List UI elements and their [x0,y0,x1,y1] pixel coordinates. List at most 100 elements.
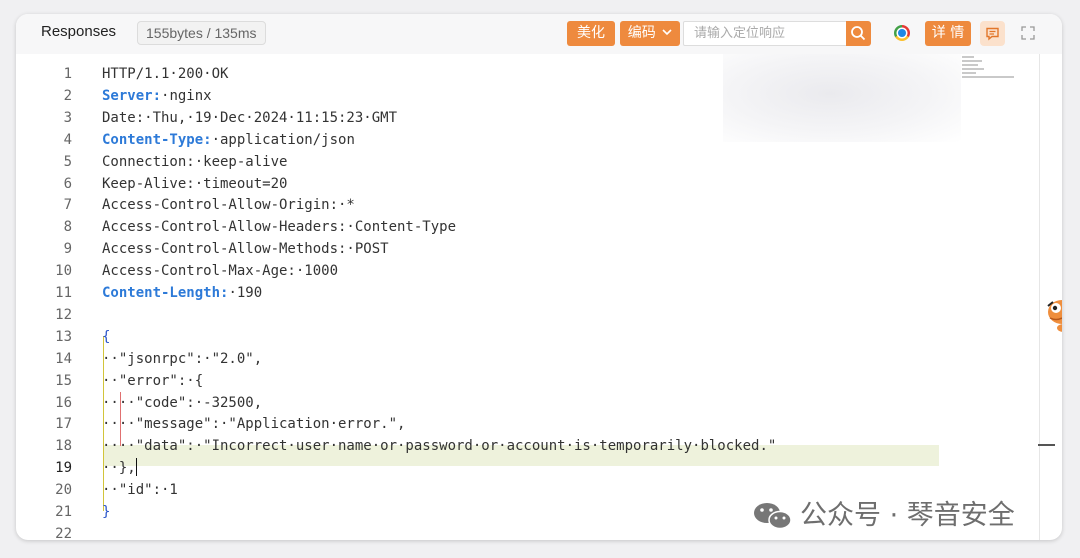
line-number: 22 [55,525,72,540]
line-number: 21 [55,504,72,520]
code-text: Access-Control-Allow-Headers:·Content-Ty… [102,216,456,238]
code-value: ·nginx [161,87,212,104]
line-number: 1 [63,66,72,82]
code-value: Access-Control-Max-Age:·1000 [102,263,339,280]
panel-title: Responses [41,23,117,40]
code-line[interactable]: 14 ··"jsonrpc":·"2.0", [16,348,916,370]
code-line[interactable]: 7 Access-Control-Allow-Origin:·* [16,194,916,216]
code-line[interactable]: 10 Access-Control-Max-Age:·1000 [16,260,916,282]
locate-search-input[interactable] [692,22,846,45]
code-line[interactable]: 3 Date:·Thu,·19·Dec·2024·11:15:23·GMT [16,107,916,129]
watermark-text: 公众号 · 琴音安全 [800,500,1015,531]
code-text: Content-Length:·190 [102,282,262,304]
code-value: ····"data":·"Incorrect·user·name·or·pass… [102,438,777,455]
code-line[interactable]: 9 Access-Control-Allow-Methods:·POST [16,238,916,260]
scroll-position-marker [1038,444,1055,446]
code-text: { [102,326,110,348]
line-number: 11 [55,285,72,301]
search-button[interactable] [846,21,871,46]
code-line[interactable]: 16 ····"code":·-32500, [16,392,916,414]
code-line[interactable]: 15 ··"error":·{ [16,370,916,392]
line-number: 20 [55,482,72,499]
line-number: 8 [63,219,72,236]
code-value: ·application/json [211,131,355,148]
code-value: ··}, [102,460,136,477]
code-line[interactable]: 20 ··"id":·1 [16,479,916,501]
line-number: 6 [63,175,72,192]
mascot-icon [1047,300,1062,332]
code-line[interactable]: 1 HTTP/1.1·200·OK [16,63,916,85]
code-text: ··"jsonrpc":·"2.0", [102,348,262,370]
encoding-label: 编码 [627,25,656,41]
code-text: ····"code":·-32500, [102,392,262,414]
code-line[interactable]: 18 ····"data":·"Incorrect·user·name·or·pa… [16,435,916,457]
code-text: Content-Type:·application/json [102,129,355,151]
code-text: } [102,501,110,523]
code-value: { [102,328,111,345]
text-cursor [135,458,137,477]
line-number: 12 [55,306,72,323]
code-text: Keep-Alive:·timeout=20 [102,173,287,195]
code-value: Access-Control-Allow-Headers:·Content-Ty… [102,219,457,236]
comment-button[interactable] [980,21,1005,46]
locate-search-box [683,21,848,46]
code-line[interactable]: 8 Access-Control-Allow-Headers:·Content-T… [16,216,916,238]
code-line[interactable]: 19 ··}, [16,457,916,479]
line-number: 16 [55,394,72,411]
code-value: ·190 [228,285,263,301]
line-number: 10 [55,263,72,280]
code-value: Access-Control-Allow-Origin:·* [102,197,355,214]
code-text: Access-Control-Allow-Origin:·* [102,194,355,216]
code-line[interactable]: 17 ····"message":·"Application·error.", [16,413,916,435]
code-line[interactable]: 13 { [16,326,916,348]
code-value: } [102,504,111,520]
code-line[interactable]: 11 Content-Length:·190 [16,282,916,304]
code-line[interactable]: 4 Content-Type:·application/json [16,129,916,151]
code-text: Server:·nginx [102,85,212,107]
code-line[interactable]: 2 Server:·nginx [16,85,916,107]
comment-icon [986,27,999,41]
line-number: 18 [55,438,72,455]
code-value: ··"jsonrpc":·"2.0", [102,350,263,367]
search-icon [851,26,866,41]
details-label: 详 情 [931,25,965,41]
line-number: 14 [55,350,72,367]
code-text: HTTP/1.1·200·OK [102,63,228,85]
beautify-label: 美化 [577,25,605,41]
minimap[interactable] [962,54,1020,94]
expand-icon[interactable] [1021,26,1035,40]
chevron-down-icon [662,29,672,36]
details-button[interactable]: 详 情 [925,21,971,46]
response-meta-badge: 155bytes / 135ms [137,21,266,45]
response-editor[interactable]: 1 HTTP/1.1·200·OK 2 Server:·nginx 3 Date:·Thu… [16,54,1062,540]
line-number: 3 [63,109,72,126]
wechat-icon [754,503,792,530]
header-key: Server: [102,87,162,104]
code-value: Connection:·keep-alive [102,153,288,170]
code-value: Keep-Alive:·timeout=20 [102,175,288,192]
code-value: Date:·Thu,·19·Dec·2024·11:15:23·GMT [102,109,398,126]
chrome-icon[interactable] [894,25,910,41]
code-text: ··"id":·1 [102,479,178,501]
code-text: Access-Control-Allow-Methods:·POST [102,238,389,260]
line-number: 5 [63,153,72,170]
line-number: 15 [55,372,72,389]
code-text: Access-Control-Max-Age:·1000 [102,260,338,282]
line-number: 17 [55,416,72,433]
code-value: ··"id":·1 [102,482,178,499]
code-line[interactable]: 5 Connection:·keep-alive [16,151,916,173]
code-text: Connection:·keep-alive [102,151,287,173]
toolbar: Responses 155bytes / 135ms 美化 编码 详 情 [16,14,1062,54]
code-text: ····"data":·"Incorrect·user·name·or·pass… [102,435,776,457]
beautify-button[interactable]: 美化 [567,21,615,46]
code-text: ··}, [102,457,137,479]
encoding-dropdown[interactable]: 编码 [620,21,680,46]
response-panel: Responses 155bytes / 135ms 美化 编码 详 情 [16,14,1062,540]
header-key: Content-Type: [102,131,212,148]
line-number: 4 [63,131,72,148]
code-line[interactable]: 6 Keep-Alive:·timeout=20 [16,173,916,195]
code-value: HTTP/1.1·200·OK [102,66,229,82]
code-line[interactable]: 12 [16,304,916,326]
line-number: 19 [55,460,72,477]
header-key: Content-Length: [102,285,229,301]
